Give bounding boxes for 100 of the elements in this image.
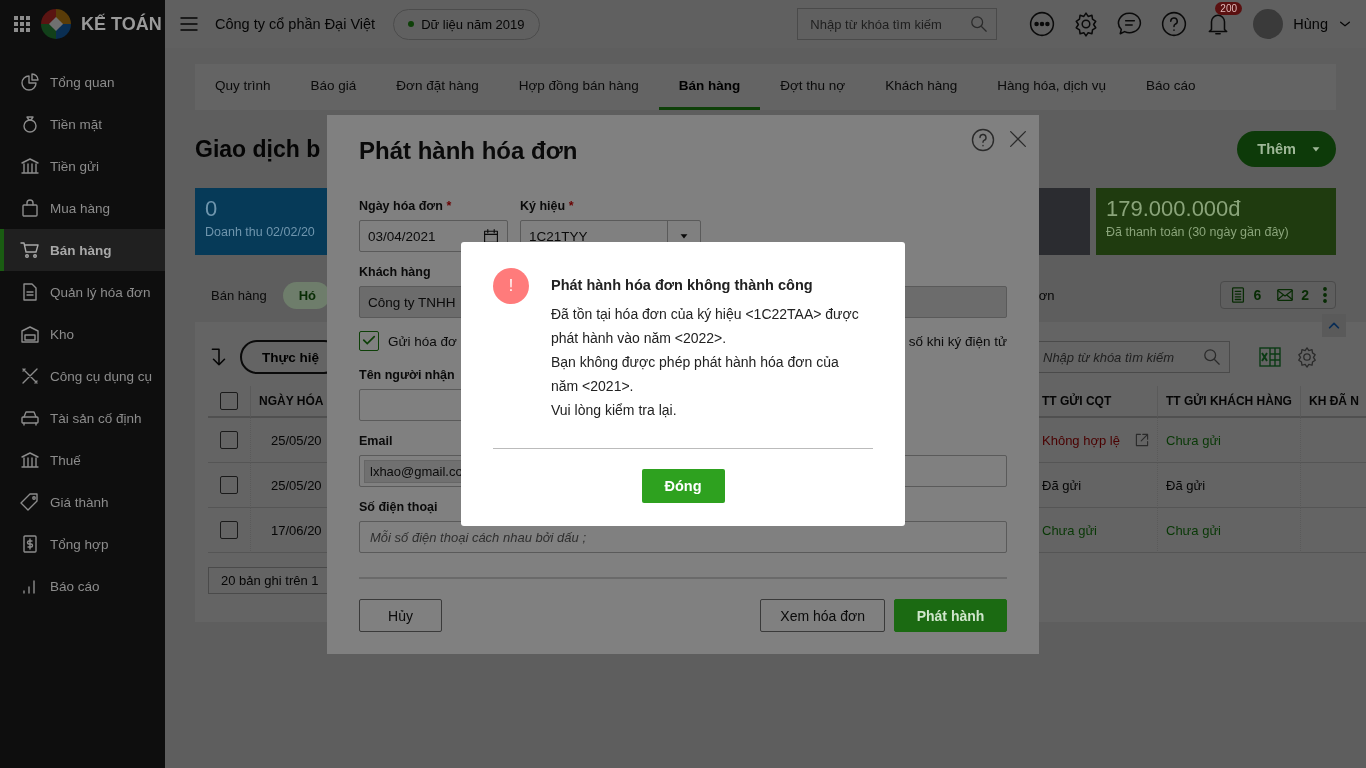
row-checkbox[interactable] xyxy=(220,521,238,539)
counter-group[interactable]: 6 2 xyxy=(1220,281,1336,309)
kebab-icon xyxy=(1323,286,1327,304)
help-icon[interactable] xyxy=(971,128,995,152)
sidebar-item[interactable]: Báo cáo xyxy=(0,565,165,607)
sidebar-item[interactable]: Tiền gửi xyxy=(0,145,165,187)
error-icon: ! xyxy=(493,268,529,304)
column-header[interactable]: TT GỬI KHÁCH HÀNG xyxy=(1157,386,1300,418)
bank-icon xyxy=(20,156,40,176)
chat-icon[interactable] xyxy=(1117,11,1144,37)
field-label: Email xyxy=(359,433,393,449)
card-value: 0 xyxy=(205,196,218,222)
sidebar-item[interactable]: Quản lý hóa đơn xyxy=(0,271,165,313)
row-checkbox[interactable] xyxy=(220,431,238,449)
menu-icon[interactable] xyxy=(179,14,199,34)
page-title: Giao dịch b xyxy=(195,135,321,163)
filter-chip[interactable]: Hó xyxy=(282,281,330,309)
alert-message: Bạn không được phép phát hành hóa đơn của năm <2021>. xyxy=(551,353,840,396)
table-cell: 17/06/20 xyxy=(271,522,322,538)
brand-name: KẾ TOÁN xyxy=(81,13,162,35)
alert-title: Phát hành hóa đơn không thành công xyxy=(551,276,813,294)
nav-tab[interactable]: Quy trình xyxy=(195,64,291,110)
company-name[interactable]: Công ty cổ phần Đại Việt xyxy=(215,16,376,32)
date-field[interactable]: 03/04/2021 xyxy=(359,220,508,252)
sidebar-item[interactable]: Tiền mặt xyxy=(0,103,165,145)
car-icon xyxy=(20,408,40,428)
filter-chip[interactable]: Bán hàng xyxy=(195,281,281,309)
field-label: Số điện thoại xyxy=(359,499,438,515)
sidebar-item[interactable]: Thuế xyxy=(0,439,165,481)
mail-icon xyxy=(1275,286,1296,304)
logo-icon xyxy=(41,9,71,39)
close-button[interactable]: Đóng xyxy=(641,469,725,503)
status-text: Không hợp lệ xyxy=(1042,432,1120,448)
search-field[interactable]: Nhập từ khóa tìm kiếm xyxy=(797,8,998,40)
sidebar-item[interactable]: Tổng quan xyxy=(0,61,165,103)
external-link-icon[interactable] xyxy=(1133,432,1150,448)
field-label: Tên người nhận xyxy=(359,367,455,383)
sidebar-item[interactable]: Công cụ dụng cụ xyxy=(0,355,165,397)
checkbox-label: số khi ký điện tử xyxy=(908,333,1007,349)
app-grid-icon[interactable] xyxy=(13,15,31,33)
status-text: Đã gửi xyxy=(1042,477,1082,493)
check-icon xyxy=(362,334,376,348)
pie-chart-icon xyxy=(20,72,40,92)
nav-tab[interactable]: Đợt thu nợ xyxy=(760,64,866,110)
table-cell: 25/05/20 xyxy=(271,477,322,493)
notification-badge: 200 xyxy=(1215,2,1242,15)
card-label: Đã thanh toán (30 ngày gần đây) xyxy=(1106,225,1289,239)
dialog-title: Phát hành hóa đơn xyxy=(359,136,578,166)
search-icon xyxy=(970,15,989,33)
sidebar-item[interactable]: Bán hàng xyxy=(0,229,165,271)
status-text: Chưa gửi xyxy=(1042,522,1097,538)
issue-button[interactable]: Phát hành xyxy=(894,599,1007,632)
money-bag-icon xyxy=(20,114,40,134)
excel-icon[interactable] xyxy=(1258,345,1282,369)
bank-icon xyxy=(20,450,40,470)
nav-tab[interactable]: Hợp đồng bán hàng xyxy=(498,64,659,110)
status-text: Chưa gửi xyxy=(1166,522,1221,538)
status-text: Đã gửi xyxy=(1166,477,1206,493)
filter-label[interactable]: ơn xyxy=(1038,287,1055,303)
nav-tab[interactable]: Báo giá xyxy=(290,64,377,110)
column-header[interactable]: KH ĐÃ N xyxy=(1300,386,1366,418)
alert-message: Đã tồn tại hóa đơn của ký hiệu <1C22TAA> được phát hành vào năm <2022>. xyxy=(551,305,860,348)
add-button[interactable]: Thêm xyxy=(1237,131,1336,167)
status-text: Chưa gửi xyxy=(1166,432,1221,448)
nav-tab[interactable]: Đơn đặt hàng xyxy=(376,64,499,110)
sidebar-item[interactable]: Mua hàng xyxy=(0,187,165,229)
search-icon xyxy=(1203,348,1221,366)
select-all-checkbox[interactable] xyxy=(220,392,238,410)
warehouse-icon xyxy=(20,324,40,344)
table-cell: 25/05/20 xyxy=(271,432,322,448)
invoice-count: 6 xyxy=(1253,287,1262,303)
mail-count: 2 xyxy=(1301,287,1309,303)
card-label: Doanh thu 02/02/20 xyxy=(205,225,315,239)
nav-tab[interactable]: Báo cáo xyxy=(1126,64,1216,110)
nav-tab[interactable]: Khách hàng xyxy=(865,64,978,110)
tools-icon xyxy=(20,366,40,386)
send-invoice-checkbox[interactable] xyxy=(359,331,379,351)
help-icon[interactable] xyxy=(1161,11,1188,37)
field-label: Khách hàng xyxy=(359,264,431,280)
tag-icon xyxy=(20,492,40,512)
alert-message: Vui lòng kiểm tra lại. xyxy=(551,401,678,420)
field-label: Ngày hóa đơn * xyxy=(359,198,452,214)
more-icon[interactable] xyxy=(1029,11,1056,37)
sidebar-item[interactable]: Kho xyxy=(0,313,165,355)
user-avatar[interactable] xyxy=(1253,9,1284,39)
close-icon[interactable] xyxy=(1007,128,1029,150)
nav-tab[interactable]: Hàng hóa, dịch vụ xyxy=(977,64,1127,110)
user-name[interactable]: Hùng xyxy=(1293,16,1328,32)
cart-icon xyxy=(20,240,40,260)
nav-tab[interactable]: Bán hàng xyxy=(658,64,761,110)
field-label: Ký hiệu * xyxy=(520,198,574,214)
cancel-button[interactable]: Hủy xyxy=(359,599,442,632)
row-checkbox[interactable] xyxy=(220,476,238,494)
sidebar-item[interactable]: Tài sản cố định xyxy=(0,397,165,439)
sidebar-item[interactable]: Tổng hợp xyxy=(0,523,165,565)
collapse-button[interactable] xyxy=(1322,314,1346,337)
sidebar-item[interactable]: Giá thành xyxy=(0,481,165,523)
preview-button[interactable]: Xem hóa đơn xyxy=(760,599,885,632)
settings-icon[interactable] xyxy=(1296,346,1318,368)
shopping-bag-icon xyxy=(20,198,40,218)
